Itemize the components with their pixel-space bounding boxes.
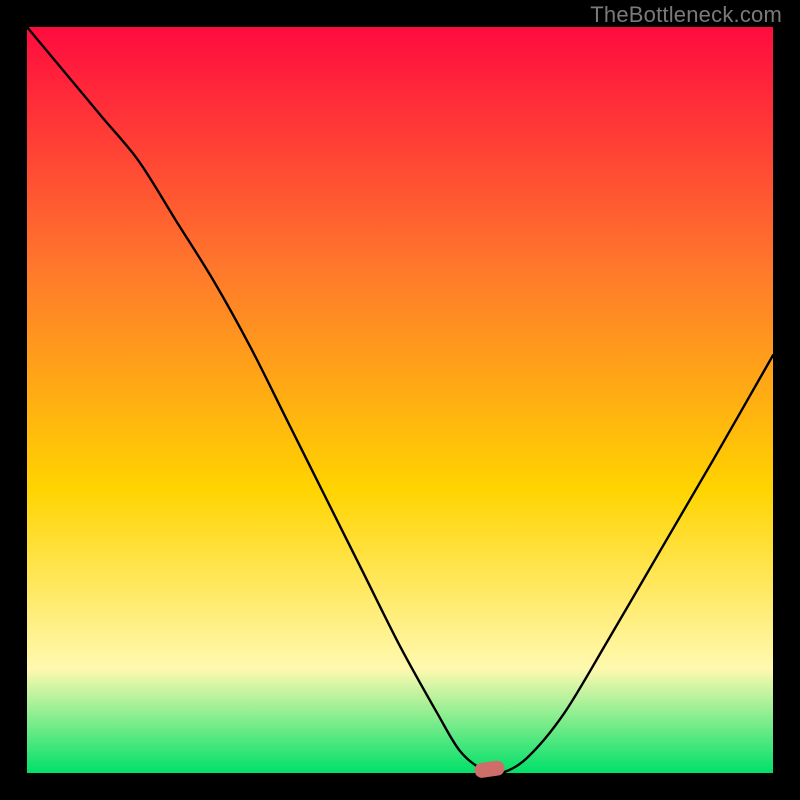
watermark-text: TheBottleneck.com <box>590 2 782 28</box>
plot-area <box>27 27 773 773</box>
bottleneck-chart <box>0 0 800 800</box>
